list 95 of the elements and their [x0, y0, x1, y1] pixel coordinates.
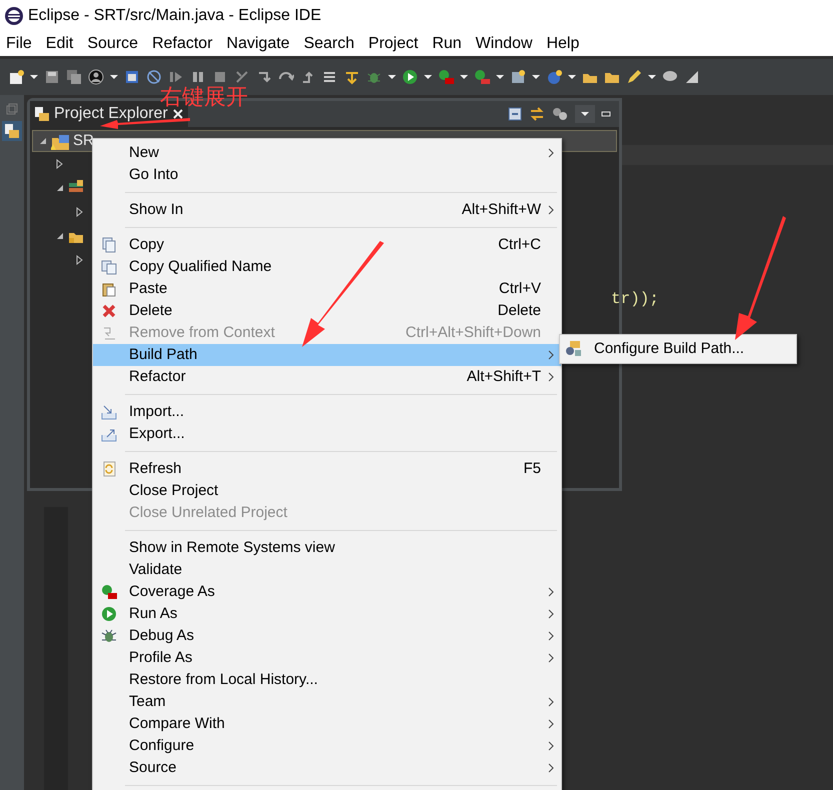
menu-item[interactable]: Import...	[93, 401, 561, 423]
menu-item[interactable]: Help	[546, 32, 580, 56]
menu-item[interactable]: Team	[93, 691, 561, 713]
menu-item[interactable]: Paste Ctrl+V	[93, 278, 561, 300]
chevron-right-icon	[548, 609, 554, 619]
dropdown-caret-icon[interactable]	[568, 75, 576, 79]
menu-item[interactable]: Debug As	[93, 625, 561, 647]
menu-item[interactable]: Source	[93, 757, 561, 779]
import-icon	[101, 404, 117, 420]
refresh-icon	[101, 461, 117, 477]
chevron-right-icon	[548, 587, 554, 597]
chevron-right-icon	[548, 205, 554, 215]
menu-item[interactable]: Coverage As	[93, 581, 561, 603]
minimize-icon[interactable]	[601, 109, 611, 119]
expanded-triangle-icon[interactable]	[39, 137, 47, 145]
menu-item[interactable]: Go Into	[93, 164, 561, 186]
menu-item[interactable]: Close Project	[93, 480, 561, 502]
menu-item[interactable]: Restore from Local History...	[93, 669, 561, 691]
chevron-right-icon	[548, 372, 554, 382]
folder-icon	[34, 106, 50, 122]
menu-item[interactable]: Search	[304, 32, 354, 56]
chevron-right-icon	[548, 653, 554, 663]
chevron-right-icon	[548, 741, 554, 751]
chevron-right-icon	[548, 719, 554, 729]
collapsed-triangle-icon[interactable]	[76, 255, 84, 265]
run-icon	[101, 606, 117, 622]
chevron-right-icon	[548, 697, 554, 707]
dropdown-caret-icon[interactable]	[648, 75, 656, 79]
bug-icon	[101, 628, 117, 644]
chevron-right-icon	[548, 350, 554, 360]
menu-item[interactable]: Navigate	[226, 32, 290, 56]
menu-item[interactable]: Refactor	[152, 32, 213, 56]
clipboard-icon	[101, 281, 117, 297]
dropdown-caret-icon[interactable]	[532, 75, 540, 79]
menu-item[interactable]: Export...	[93, 423, 561, 445]
save-icon[interactable]	[44, 69, 60, 85]
menu-item[interactable]: Show in Remote Systems view	[93, 537, 561, 559]
chevron-right-icon	[548, 631, 554, 641]
menu-item[interactable]: Refactor Alt+Shift+T	[93, 366, 561, 388]
chevron-right-icon	[548, 148, 554, 158]
delete-icon	[101, 303, 117, 319]
collapsed-triangle-icon[interactable]	[56, 159, 64, 169]
menu-item[interactable]: Profile As	[93, 647, 561, 669]
menu-item[interactable]: Refresh F5	[93, 458, 561, 480]
dropdown-caret-icon[interactable]	[496, 75, 504, 79]
menu-item[interactable]: Copy Qualified Name	[93, 256, 561, 278]
collapse-all-icon[interactable]	[507, 106, 523, 122]
close-icon[interactable]	[172, 108, 184, 120]
menu-item[interactable]: Run As	[93, 603, 561, 625]
arrows-icon[interactable]	[344, 69, 360, 85]
pause-icon[interactable]	[190, 69, 206, 85]
menu-item[interactable]: Source	[87, 32, 138, 56]
view-menu-icon[interactable]	[575, 105, 595, 123]
new-file-icon[interactable]	[8, 69, 24, 85]
menu-item[interactable]: File	[6, 32, 32, 56]
resume-icon[interactable]	[168, 69, 184, 85]
menu-item[interactable]: Configure	[93, 735, 561, 757]
dropdown-caret-icon[interactable]	[388, 75, 396, 79]
tree-label[interactable]: SR	[73, 130, 94, 152]
menu-item[interactable]: Validate	[93, 559, 561, 581]
dropdown-caret-icon[interactable]	[424, 75, 432, 79]
project-folder-icon	[51, 132, 69, 150]
pencil-icon[interactable]	[626, 69, 642, 85]
menu-item[interactable]: Edit	[46, 32, 74, 56]
menu-item[interactable]: Configure Build Path...	[560, 337, 796, 361]
window-icon[interactable]	[124, 69, 140, 85]
expanded-triangle-icon[interactable]	[56, 232, 64, 240]
window-title: Eclipse - SRT/src/Main.java - Eclipse IDE	[28, 6, 322, 26]
save-all-icon[interactable]	[66, 69, 82, 85]
menu-item[interactable]: Build Path	[93, 344, 561, 366]
dropdown-caret-icon[interactable]	[460, 75, 468, 79]
code-text: tr));	[611, 289, 660, 310]
project-explorer-icon[interactable]	[2, 121, 22, 141]
stop-icon[interactable]	[212, 69, 228, 85]
step-into-icon[interactable]	[256, 69, 272, 85]
menu-item[interactable]: Show In Alt+Shift+W	[93, 199, 561, 221]
menu-item[interactable]: Run	[432, 32, 462, 56]
run-icon[interactable]	[402, 69, 418, 85]
menu-item[interactable]: New	[93, 142, 561, 164]
copy-icon	[101, 259, 117, 275]
expanded-triangle-icon[interactable]	[56, 184, 64, 192]
list-icon[interactable]	[322, 69, 338, 85]
menu-item[interactable]: Window	[476, 32, 532, 56]
menu-item[interactable]: Project	[368, 32, 418, 56]
chevron-right-icon	[548, 763, 554, 773]
eclipse-logo-icon	[4, 6, 24, 26]
person-icon[interactable]	[88, 69, 104, 85]
dropdown-caret-icon[interactable]	[30, 75, 38, 79]
menu-item[interactable]: Delete Delete	[93, 300, 561, 322]
collapsed-triangle-icon[interactable]	[76, 207, 84, 217]
menu-item[interactable]: Compare With	[93, 713, 561, 735]
dropdown-caret-icon[interactable]	[110, 75, 118, 79]
triangle-icon[interactable]	[684, 69, 700, 85]
menu-item[interactable]: Copy Ctrl+C	[93, 234, 561, 256]
copy-icon	[101, 237, 117, 253]
